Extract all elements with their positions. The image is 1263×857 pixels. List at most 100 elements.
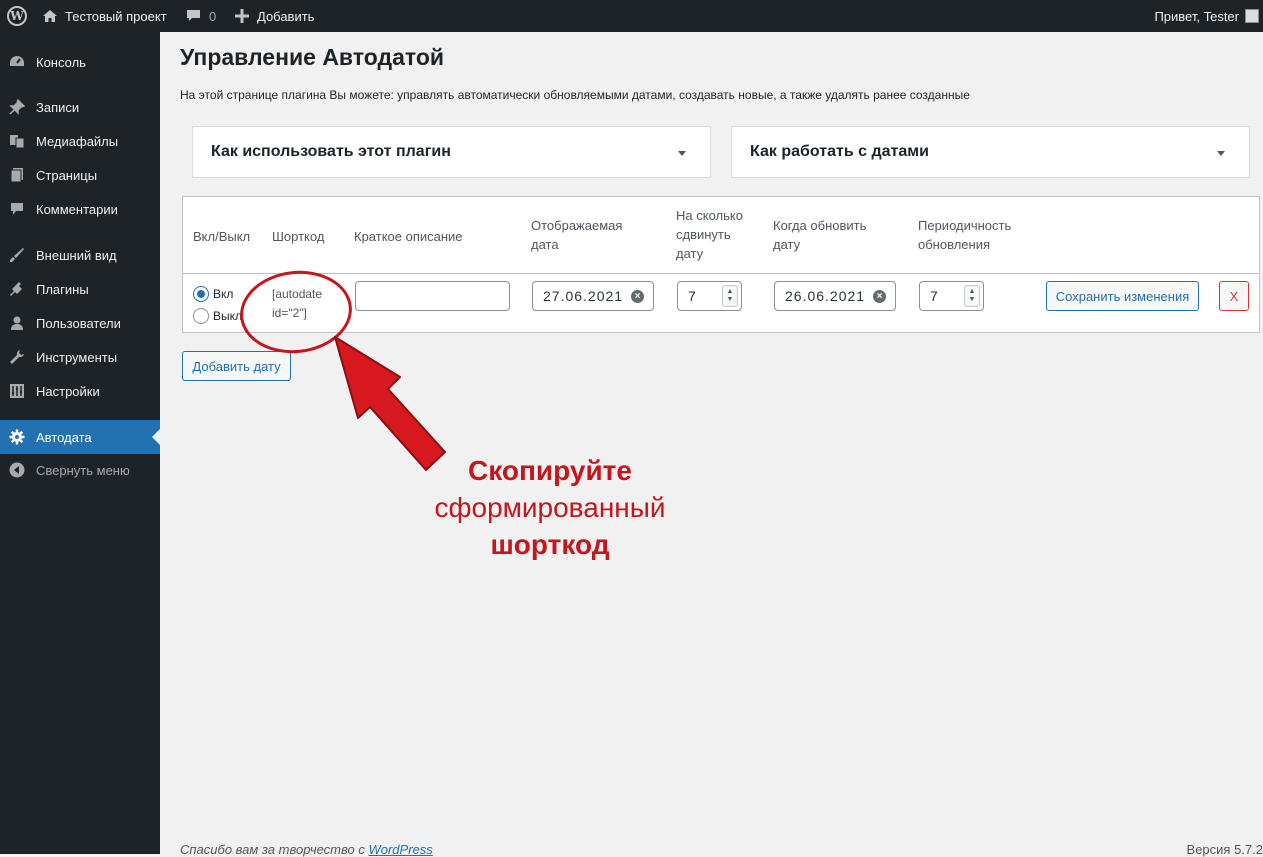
header-toggle: Вкл/Выкл (193, 229, 251, 244)
plus-icon (235, 9, 249, 23)
radio-off-label: Выкл (213, 309, 243, 323)
annotation-line: шорткод (490, 529, 610, 560)
header-shift: На сколько сдвинуть дату (676, 206, 743, 263)
annotation-line: Скопируйте (468, 455, 632, 486)
period-stepper[interactable]: 7 ▲ ▼ (919, 281, 984, 311)
sidebar-item-label: Свернуть меню (36, 462, 130, 478)
my-account-link[interactable]: Привет, Tester (1154, 0, 1259, 32)
admin-bar: W Тестовый проект 0 Добавить Привет, Tes… (0, 0, 1263, 32)
update-date-value: 26.06.2021 (785, 288, 866, 304)
user-icon (8, 314, 26, 332)
comments-count: 0 (209, 8, 217, 24)
wrench-icon (8, 348, 26, 366)
shift-value: 7 (688, 288, 696, 304)
caret-down-icon (1217, 151, 1225, 156)
radio-on[interactable]: Вкл (193, 286, 233, 302)
header-line: Когда обновить (773, 218, 867, 233)
update-date-input[interactable]: 26.06.2021 × (774, 281, 896, 311)
header-line: дата (531, 237, 559, 252)
accordion-title: Как работать с датами (750, 143, 929, 160)
header-display-date: Отображаемая дата (531, 216, 622, 254)
header-line: дату (773, 237, 801, 252)
admin-sidebar: Консоль Записи Медиафайлы Страницы Комме… (0, 32, 160, 854)
display-date-input[interactable]: 27.06.2021 × (532, 281, 654, 311)
main-content: Управление Автодатой На этой странице пл… (160, 32, 1263, 857)
radio-button[interactable] (193, 308, 209, 324)
wordpress-logo-icon[interactable]: W (7, 6, 27, 26)
header-update-date: Когда обновить дату (773, 216, 866, 254)
sidebar-item-appearance[interactable]: Внешний вид (0, 238, 160, 272)
wordpress-link[interactable]: WordPress (368, 842, 432, 857)
sidebar-item-dashboard[interactable]: Консоль (0, 45, 160, 79)
header-line: обновления (918, 237, 990, 252)
annotation-text: Скопируйте сформированный шорткод (350, 452, 750, 563)
caret-down-icon (678, 151, 686, 156)
comment-icon (8, 200, 26, 218)
radio-off[interactable]: Выкл (193, 308, 242, 324)
plugin-icon (8, 280, 26, 298)
footer-thanks-text: Спасибо вам за творчество с (180, 842, 365, 857)
home-icon (42, 9, 58, 23)
sidebar-item-media[interactable]: Медиафайлы (0, 124, 160, 158)
add-new-link[interactable]: Добавить (235, 0, 314, 32)
gear-icon (8, 428, 26, 446)
sidebar-item-label: Плагины (36, 281, 89, 297)
footer-version: Версия 5.7.2 (1186, 842, 1263, 857)
sidebar-item-label: Автодата (36, 429, 92, 445)
accordion-title: Как использовать этот плагин (211, 143, 451, 160)
pin-icon (8, 98, 26, 116)
dashboard-icon (8, 53, 26, 71)
settings-icon (8, 382, 26, 400)
comments-link[interactable]: 0 (186, 0, 216, 32)
save-changes-button[interactable]: Сохранить изменения (1046, 281, 1199, 311)
header-period: Периодичность обновления (918, 216, 1011, 254)
delete-row-button[interactable]: X (1219, 281, 1249, 311)
brush-icon (8, 246, 26, 264)
sidebar-item-autodate[interactable]: Автодата (0, 420, 160, 454)
header-shortcode: Шорткод (272, 229, 325, 244)
collapse-menu-button[interactable]: Свернуть меню (0, 453, 160, 487)
spinner-icon[interactable]: ▲ ▼ (964, 285, 980, 307)
sidebar-item-label: Консоль (36, 54, 86, 70)
clear-icon[interactable]: × (631, 290, 644, 303)
clear-icon[interactable]: × (873, 290, 886, 303)
sidebar-item-posts[interactable]: Записи (0, 90, 160, 124)
radio-button-checked[interactable] (193, 286, 209, 302)
spinner-icon[interactable]: ▲ ▼ (722, 285, 738, 307)
sidebar-item-comments[interactable]: Комментарии (0, 192, 160, 226)
accordion-working-with-dates[interactable]: Как работать с датами (731, 126, 1250, 178)
accordion-how-to-use[interactable]: Как использовать этот плагин (192, 126, 711, 178)
page-description: На этой странице плагина Вы можете: упра… (180, 88, 970, 102)
radio-on-label: Вкл (213, 287, 234, 301)
current-indicator (152, 429, 160, 445)
header-line: Отображаемая (531, 218, 623, 233)
media-icon (8, 132, 26, 150)
sidebar-item-label: Пользователи (36, 315, 121, 331)
sidebar-item-settings[interactable]: Настройки (0, 374, 160, 408)
sidebar-item-tools[interactable]: Инструменты (0, 340, 160, 374)
header-description: Краткое описание (354, 229, 463, 244)
header-line: сдвинуть (676, 227, 731, 242)
pages-icon (8, 166, 26, 184)
add-new-label: Добавить (257, 8, 315, 24)
sidebar-item-label: Записи (36, 99, 80, 115)
annotation-line: сформированный (434, 492, 666, 523)
collapse-icon (8, 461, 26, 479)
add-date-button[interactable]: Добавить дату (182, 351, 291, 381)
page-title: Управление Автодатой (180, 44, 445, 70)
header-line: Периодичность (918, 218, 1012, 233)
sidebar-item-users[interactable]: Пользователи (0, 306, 160, 340)
site-name-link[interactable]: Тестовый проект (42, 0, 167, 32)
sidebar-item-label: Настройки (36, 383, 100, 399)
sidebar-item-pages[interactable]: Страницы (0, 158, 160, 192)
footer-thanks: Спасибо вам за творчество с WordPress (180, 842, 433, 857)
header-line: дату (676, 246, 704, 261)
header-divider (183, 273, 1259, 274)
period-value: 7 (930, 288, 938, 304)
display-date-value: 27.06.2021 (543, 288, 624, 304)
description-input[interactable] (355, 281, 510, 311)
header-line: На сколько (676, 208, 743, 223)
sidebar-item-plugins[interactable]: Плагины (0, 272, 160, 306)
avatar (1245, 9, 1259, 23)
shift-stepper[interactable]: 7 ▲ ▼ (677, 281, 742, 311)
